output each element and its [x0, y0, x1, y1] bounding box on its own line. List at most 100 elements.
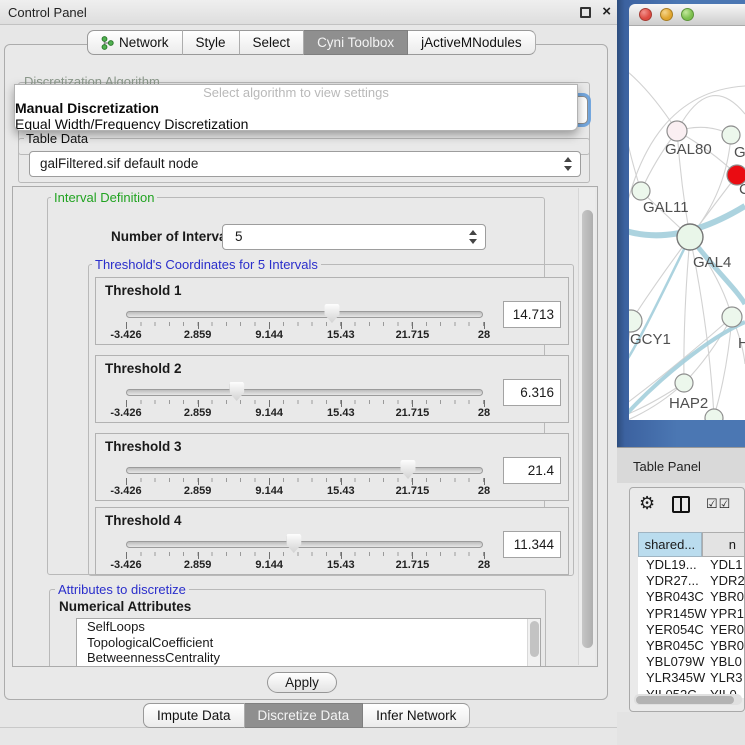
- tab-discretize-data[interactable]: Discretize Data: [245, 703, 364, 728]
- number-of-intervals-spinner[interactable]: 5: [222, 224, 486, 250]
- threshold-3-panel: Threshold 3 -3.4262.8599.14415.4321.7152…: [95, 433, 569, 501]
- table-data-groupbox: galFiltered.sif default node: [18, 138, 590, 183]
- node-gal4[interactable]: [677, 224, 703, 250]
- tab-style[interactable]: Style: [183, 30, 240, 55]
- threshold-3-value-field[interactable]: 21.4: [503, 457, 561, 484]
- table-data-selected-value: galFiltered.sif default node: [40, 156, 198, 171]
- table-row[interactable]: YER054CYER0: [638, 622, 745, 638]
- tab-jactivemnodules[interactable]: jActiveMNodules: [408, 30, 536, 55]
- threshold-2-value-field[interactable]: 6.316: [503, 379, 561, 406]
- table-row[interactable]: YBR043CYBR0: [638, 589, 745, 605]
- close-traffic-light-icon[interactable]: [639, 8, 652, 21]
- network-graph: GAL80 G C GAL11 GAL4 GCY1 H HAP2: [629, 26, 745, 420]
- node-hap2[interactable]: [675, 374, 693, 392]
- tab-impute-data-label: Impute Data: [157, 708, 231, 723]
- discretize-settings-panel: Interval Definition Number of Intervals …: [12, 186, 598, 667]
- tab-impute-data[interactable]: Impute Data: [143, 703, 245, 728]
- zoom-traffic-light-icon[interactable]: [681, 8, 694, 21]
- column-header-shared-name[interactable]: shared...: [638, 532, 702, 557]
- attributes-group-title: Attributes to discretize: [55, 582, 189, 597]
- dropdown-placeholder-item[interactable]: Select algorithm to view settings: [15, 85, 577, 100]
- panel-title: Control Panel: [8, 5, 87, 20]
- list-item[interactable]: TopologicalCoefficient: [77, 635, 540, 651]
- threshold-1-ruler: [126, 322, 484, 329]
- list-item[interactable]: SelfLoops: [77, 619, 540, 635]
- tab-select[interactable]: Select: [240, 30, 305, 55]
- threshold-1-slider-handle[interactable]: [324, 304, 339, 323]
- network-window-frame: GAL80 G C GAL11 GAL4 GCY1 H HAP2: [617, 0, 745, 447]
- threshold-3-slider-handle[interactable]: [401, 460, 416, 479]
- threshold-4-ruler: [126, 552, 484, 559]
- threshold-4-slider-track[interactable]: [126, 541, 483, 548]
- column-header-name[interactable]: n: [702, 532, 745, 557]
- table-row[interactable]: YPR145WYPR1: [638, 606, 745, 622]
- close-icon[interactable]: ×: [602, 3, 611, 20]
- threshold-4-scale: -3.4262.8599.14415.4321.71528: [126, 559, 484, 571]
- node-gal11[interactable]: [632, 182, 650, 200]
- tab-cyni-toolbox[interactable]: Cyni Toolbox: [304, 30, 408, 55]
- node-label-gal11: GAL11: [643, 199, 689, 216]
- node-table: shared... n YDL19...YDL1 YDR27...YDR2 YB…: [638, 532, 745, 682]
- threshold-1-panel: Threshold 1 -3.4262.8599.14415.4321.7152…: [95, 277, 569, 345]
- threshold-2-label: Threshold 2: [105, 361, 182, 376]
- threshold-4-value-field[interactable]: 11.344: [503, 531, 561, 558]
- threshold-3-ruler: [126, 478, 484, 485]
- table-row[interactable]: YBL079WYBL0: [638, 654, 745, 670]
- interval-definition-groupbox: Number of Intervals 5 Threshold's Coordi…: [47, 197, 545, 575]
- node-h[interactable]: [722, 307, 742, 327]
- table-row[interactable]: YBR045CYBR0: [638, 638, 745, 654]
- node-top-right[interactable]: [722, 126, 740, 144]
- list-scrollbar[interactable]: [527, 619, 540, 666]
- node-label-gal80: GAL80: [665, 141, 712, 158]
- threshold-4-slider-handle[interactable]: [286, 534, 301, 553]
- threshold-4-panel: Threshold 4 -3.4262.8599.14415.4321.7152…: [95, 507, 569, 575]
- table-row[interactable]: YLR345WYLR3: [638, 670, 745, 686]
- numerical-attributes-list[interactable]: SelfLoops TopologicalCoefficient Between…: [76, 618, 541, 667]
- node-gal80[interactable]: [667, 121, 687, 141]
- minimize-traffic-light-icon[interactable]: [660, 8, 673, 21]
- table-panel-header: Table Panel: [617, 447, 745, 483]
- threshold-3-slider-track[interactable]: [126, 467, 483, 474]
- tab-infer-network[interactable]: Infer Network: [363, 703, 470, 728]
- list-item[interactable]: BetweennessCentrality: [77, 650, 540, 666]
- tab-select-label: Select: [253, 35, 291, 50]
- dropdown-item-manual-discretization[interactable]: Manual Discretization: [15, 100, 577, 116]
- table-header-row: shared... n: [638, 532, 745, 557]
- float-window-icon[interactable]: [580, 7, 591, 18]
- number-of-intervals-value: 5: [235, 229, 243, 244]
- node-label-hap2: HAP2: [669, 395, 708, 412]
- control-panel: Control Panel × Network Style Select Cyn…: [0, 0, 617, 745]
- tab-network[interactable]: Network: [87, 30, 183, 55]
- gear-icon[interactable]: ⚙: [639, 493, 655, 514]
- network-window-titlebar[interactable]: [629, 4, 745, 26]
- bottom-tab-bar: Impute Data Discretize Data Infer Networ…: [143, 703, 470, 728]
- column-view-icon[interactable]: [672, 496, 690, 513]
- threshold-2-ruler: [126, 400, 484, 407]
- apply-button[interactable]: Apply: [267, 672, 337, 693]
- threshold-2-slider-track[interactable]: [126, 389, 483, 396]
- dropdown-item-equal-width-frequency[interactable]: Equal Width/Frequency Discretization: [15, 116, 577, 131]
- node-label-h-partial: H: [738, 335, 745, 352]
- threshold-1-slider-track[interactable]: [126, 311, 483, 318]
- table-horizontal-scrollbar[interactable]: [634, 694, 742, 705]
- table-data-combobox[interactable]: galFiltered.sif default node: [29, 151, 581, 177]
- table-body: YDL19...YDL1 YDR27...YDR2 YBR043CYBR0 YP…: [638, 557, 745, 698]
- threshold-1-value-field[interactable]: 14.713: [503, 301, 561, 328]
- number-of-intervals-label: Number of Intervals: [111, 229, 238, 244]
- threshold-1-scale: -3.4262.8599.14415.4321.71528: [126, 329, 484, 341]
- settings-scrollbar[interactable]: [578, 188, 595, 665]
- table-row[interactable]: YDL19...YDL1: [638, 557, 745, 573]
- select-columns-icon[interactable]: ☑☑: [706, 496, 731, 512]
- network-view-canvas[interactable]: GAL80 G C GAL11 GAL4 GCY1 H HAP2: [629, 26, 745, 420]
- table-row[interactable]: YDR27...YDR2: [638, 573, 745, 589]
- node-label-gal4: GAL4: [693, 254, 731, 271]
- interval-definition-title: Interval Definition: [51, 190, 157, 205]
- table-panel: ⚙ ☑☑ shared... n YDL19...YDL1 YDR27...YD…: [629, 487, 745, 712]
- threshold-3-scale: -3.4262.8599.14415.4321.71528: [126, 485, 484, 497]
- node-label-c-partial: C: [739, 181, 745, 198]
- tab-network-label: Network: [119, 35, 169, 50]
- threshold-2-slider-handle[interactable]: [229, 382, 244, 401]
- tab-infer-network-label: Infer Network: [376, 708, 456, 723]
- threshold-3-label: Threshold 3: [105, 439, 182, 454]
- node-gcy1[interactable]: [629, 310, 642, 332]
